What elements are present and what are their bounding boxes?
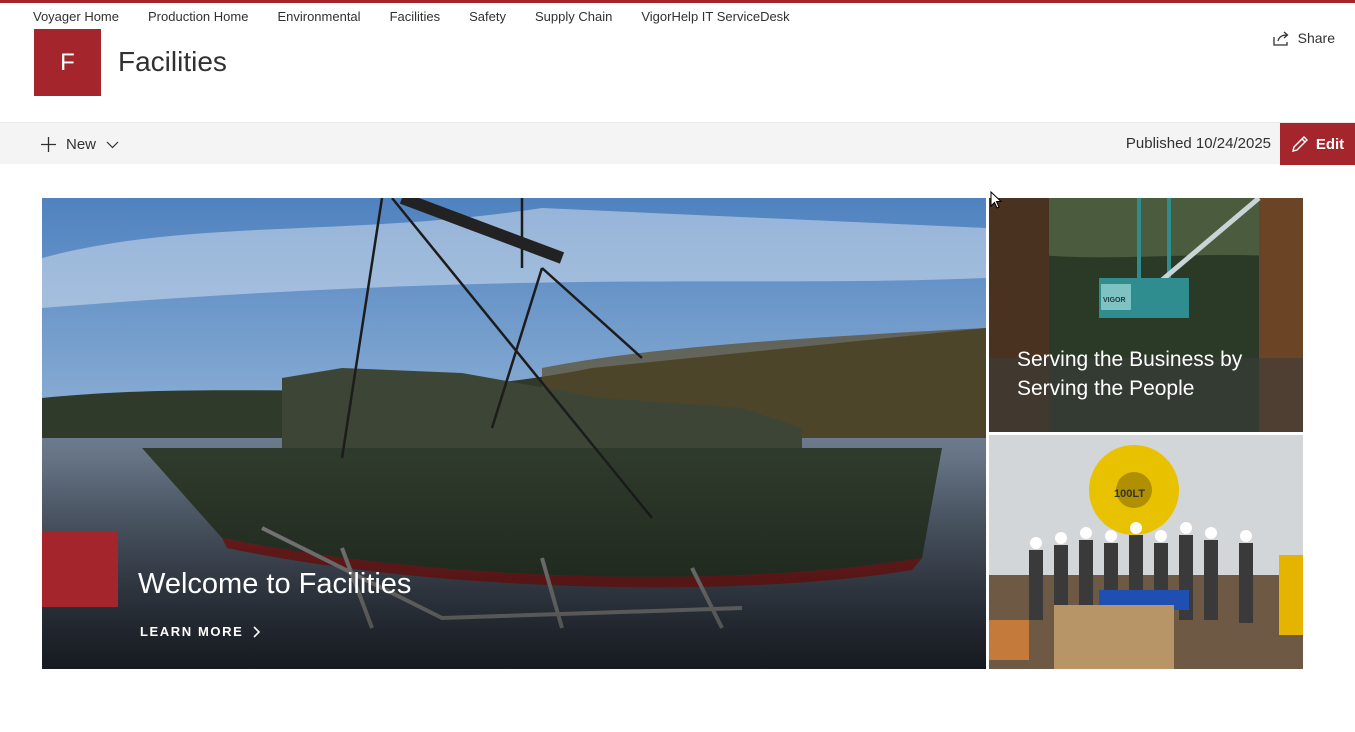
learn-more-link[interactable]: LEARN MORE: [140, 624, 261, 639]
learn-more-label: LEARN MORE: [140, 624, 244, 639]
new-button[interactable]: New: [39, 132, 119, 156]
top-accent-bar: [0, 0, 1355, 3]
published-status: Published 10/24/2025: [1125, 135, 1271, 152]
share-button[interactable]: Share: [1272, 29, 1335, 47]
hub-nav-production-home[interactable]: Production Home: [148, 8, 248, 26]
hub-navigation: Voyager Home Production Home Environment…: [33, 8, 819, 26]
hook-capacity-text: 100LT: [1114, 488, 1145, 500]
command-bar: New Published 10/24/2025 Edit: [0, 122, 1355, 165]
hub-nav-supply-chain[interactable]: Supply Chain: [535, 8, 612, 26]
plus-icon: [41, 136, 56, 152]
edit-button[interactable]: Edit: [1280, 123, 1355, 165]
share-label: Share: [1297, 30, 1335, 46]
hero-main-tile[interactable]: Welcome to Facilities LEARN MORE: [42, 198, 986, 669]
chevron-right-icon: [253, 625, 261, 638]
site-title[interactable]: Facilities: [118, 44, 227, 80]
hub-nav-vigorhelp[interactable]: VigorHelp IT ServiceDesk: [641, 8, 789, 26]
hub-nav-facilities[interactable]: Facilities: [390, 8, 441, 26]
share-icon: [1272, 31, 1289, 46]
hero-side-top-tile[interactable]: VIGOR Serving the Business by Serving th…: [989, 198, 1303, 432]
hero-side-top-title[interactable]: Serving the Business by Serving the Peop…: [1017, 345, 1287, 403]
hero-main-title[interactable]: Welcome to Facilities: [138, 568, 411, 601]
team-photo-image: 100LT: [989, 435, 1303, 669]
chevron-down-icon: [106, 141, 119, 148]
hub-nav-voyager-home[interactable]: Voyager Home: [33, 8, 119, 26]
edit-label: Edit: [1315, 135, 1345, 153]
new-label: New: [66, 135, 97, 153]
site-logo[interactable]: F: [34, 29, 101, 96]
hero-side-bottom-tile[interactable]: 100LT: [989, 435, 1303, 669]
hub-nav-safety[interactable]: Safety: [469, 8, 506, 26]
mouse-cursor: [990, 191, 1003, 209]
pencil-icon: [1291, 136, 1308, 152]
hub-nav-environmental[interactable]: Environmental: [277, 8, 360, 26]
hero-accent-square: [42, 531, 118, 607]
site-logo-letter: F: [60, 48, 75, 76]
vigor-sign-text: VIGOR: [1103, 297, 1126, 304]
